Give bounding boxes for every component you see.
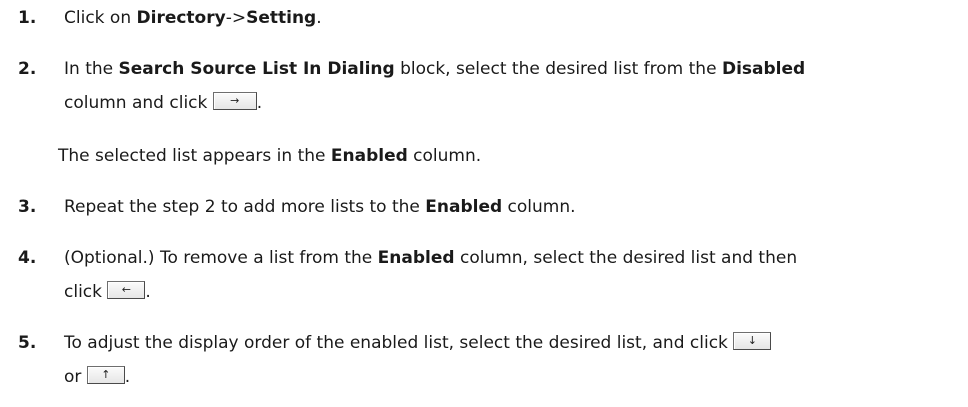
step-text: Click on Directory->Setting. bbox=[64, 8, 322, 28]
move-down-button: ↓ bbox=[733, 332, 772, 350]
step-number: 5. bbox=[18, 333, 37, 353]
step-text: or ↑. bbox=[64, 366, 131, 387]
document-body: 1. Click on Directory->Setting. 2. In th… bbox=[0, 0, 968, 407]
column-disabled: Disabled bbox=[721, 59, 806, 79]
move-left-button: ← bbox=[107, 281, 146, 299]
step-number: 3. bbox=[18, 197, 37, 217]
step-text: (Optional.) To remove a list from the En… bbox=[64, 248, 798, 268]
menu-setting: Setting bbox=[246, 8, 317, 28]
move-right-button: → bbox=[212, 92, 257, 110]
menu-directory: Directory bbox=[136, 8, 226, 28]
step-text: column and click →. bbox=[64, 92, 263, 113]
step-text: click ←. bbox=[64, 281, 151, 302]
block-name: Search Source List In Dialing bbox=[118, 59, 395, 79]
column-enabled: Enabled bbox=[330, 146, 408, 166]
step-text: In the Search Source List In Dialing blo… bbox=[64, 59, 806, 79]
step-text: Repeat the step 2 to add more lists to t… bbox=[64, 197, 576, 217]
step-number: 4. bbox=[18, 248, 37, 268]
move-up-button: ↑ bbox=[86, 366, 125, 384]
step-number: 2. bbox=[18, 59, 37, 79]
column-enabled: Enabled bbox=[425, 197, 503, 217]
step-text: To adjust the display order of the enabl… bbox=[64, 331, 772, 355]
note-text: The selected list appears in the Enabled… bbox=[58, 146, 482, 166]
step-number: 1. bbox=[18, 8, 37, 28]
column-enabled: Enabled bbox=[377, 248, 455, 268]
